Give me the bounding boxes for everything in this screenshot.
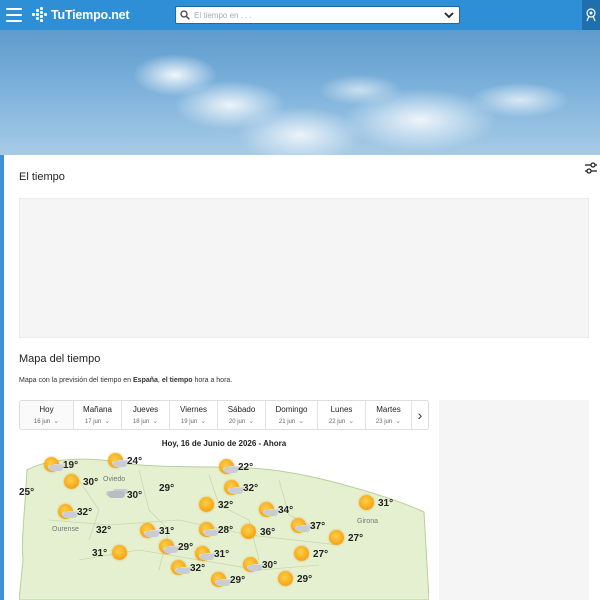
day-tab[interactable]: Sábado 20 jun: [218, 401, 266, 429]
settings-sliders-icon[interactable]: [584, 161, 598, 175]
sun-icon: [241, 524, 256, 539]
day-tab[interactable]: Jueves 18 jun: [122, 401, 170, 429]
side-ad-placeholder: [439, 400, 589, 600]
menu-icon[interactable]: [6, 8, 22, 22]
day-tab[interactable]: Domingo 21 jun: [266, 401, 318, 429]
city-label: Girona: [357, 518, 379, 525]
day-selector: Hoy16 jun Mañana17 jun Jueves18 jun Vier…: [19, 400, 429, 430]
sun-icon: [199, 497, 214, 512]
day-tab[interactable]: Hoy 16 jun: [20, 401, 74, 429]
sun-icon: [359, 495, 374, 510]
main-content: El tiempo Mapa del tiempo Mapa con la pr…: [4, 155, 600, 600]
site-logo[interactable]: TuTiempo.net: [32, 6, 130, 24]
map-heading: Mapa del tiempo: [19, 353, 101, 365]
cloud-icon: [176, 568, 190, 574]
cloud-icon: [248, 565, 262, 571]
logo-icon: [32, 7, 48, 23]
top-bar: TuTiempo.net: [0, 0, 600, 30]
cloud-icon: [229, 488, 243, 494]
map-description: Mapa con la previsión del tiempo en Espa…: [19, 377, 233, 384]
search-box[interactable]: [175, 6, 460, 24]
sky-banner: [0, 30, 600, 155]
cloud-icon: [216, 580, 230, 586]
logo-text: TuTiempo.net: [51, 8, 130, 22]
cloud-icon: [296, 526, 310, 532]
sun-icon: [329, 530, 344, 545]
cloud-icon: [164, 547, 178, 553]
weather-map[interactable]: Oviedo Ourense Girona 19° 24° 22° 30° 25…: [19, 450, 429, 600]
cloud-icon: [63, 512, 77, 518]
sun-icon: [278, 571, 293, 586]
cloud-icon: [224, 467, 238, 473]
cloud-icon: [204, 530, 218, 536]
page-title: El tiempo: [19, 171, 65, 183]
cloud-icon: [49, 465, 63, 471]
day-tab[interactable]: Viernes 19 jun: [170, 401, 218, 429]
cloud-icon: [108, 491, 125, 498]
search-input[interactable]: [194, 8, 434, 22]
cloud-icon: [145, 531, 159, 537]
sun-icon: [64, 474, 79, 489]
sun-icon: [112, 545, 127, 560]
chevron-down-icon[interactable]: [443, 9, 455, 21]
city-label: Oviedo: [103, 476, 126, 483]
day-tab[interactable]: Martes 23 jun: [366, 401, 412, 429]
city-label: Ourense: [52, 526, 79, 533]
day-tab[interactable]: Lunes 22 jun: [318, 401, 366, 429]
cloud-icon: [200, 554, 214, 560]
cloud-icon: [113, 461, 127, 467]
search-icon: [180, 10, 190, 20]
sun-icon: [294, 546, 309, 561]
map-date-title: Hoy, 16 de Junio de 2026 - Ahora: [161, 439, 287, 448]
day-tab[interactable]: Mañana 17 jun: [74, 401, 122, 429]
ad-placeholder: [19, 198, 589, 338]
user-button[interactable]: [582, 0, 600, 30]
user-icon: [586, 8, 596, 22]
chevron-right-icon[interactable]: ›: [412, 401, 428, 429]
cloud-icon: [264, 510, 278, 516]
